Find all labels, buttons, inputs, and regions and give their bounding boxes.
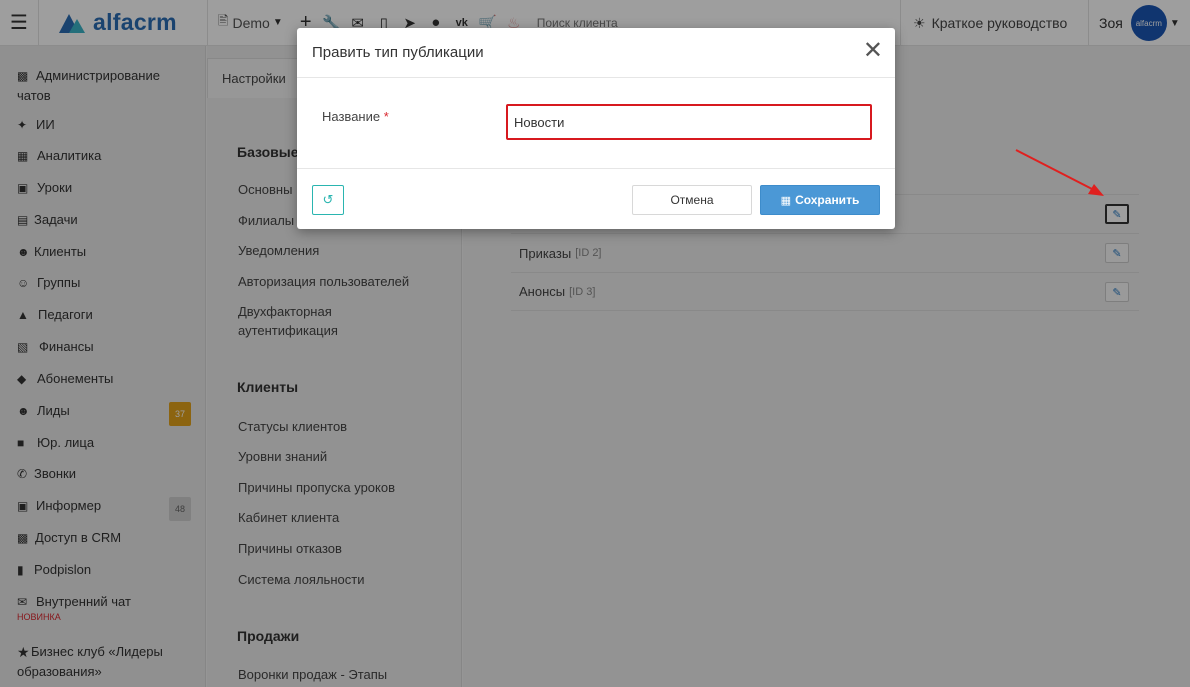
modal-title: Править тип публикации bbox=[297, 28, 895, 78]
edit-publication-type-dialog: Править тип публикации ✕ Название * ↺ От… bbox=[297, 28, 895, 229]
modal-footer: ↺ Отмена ▦ Сохранить bbox=[297, 168, 895, 229]
name-input[interactable] bbox=[514, 112, 859, 132]
required-mark: * bbox=[383, 109, 389, 124]
history-icon: ↺ bbox=[322, 192, 334, 207]
name-field-highlight bbox=[506, 104, 872, 140]
save-button[interactable]: ▦ Сохранить bbox=[760, 185, 880, 215]
restore-button[interactable]: ↺ bbox=[312, 185, 344, 215]
cancel-button[interactable]: Отмена bbox=[632, 185, 752, 215]
close-icon[interactable]: ✕ bbox=[863, 38, 883, 64]
name-label-text: Название bbox=[322, 109, 381, 124]
floppy-disk-icon: ▦ bbox=[780, 194, 792, 207]
save-label: Сохранить bbox=[795, 193, 860, 207]
name-field-label: Название * bbox=[322, 109, 389, 124]
